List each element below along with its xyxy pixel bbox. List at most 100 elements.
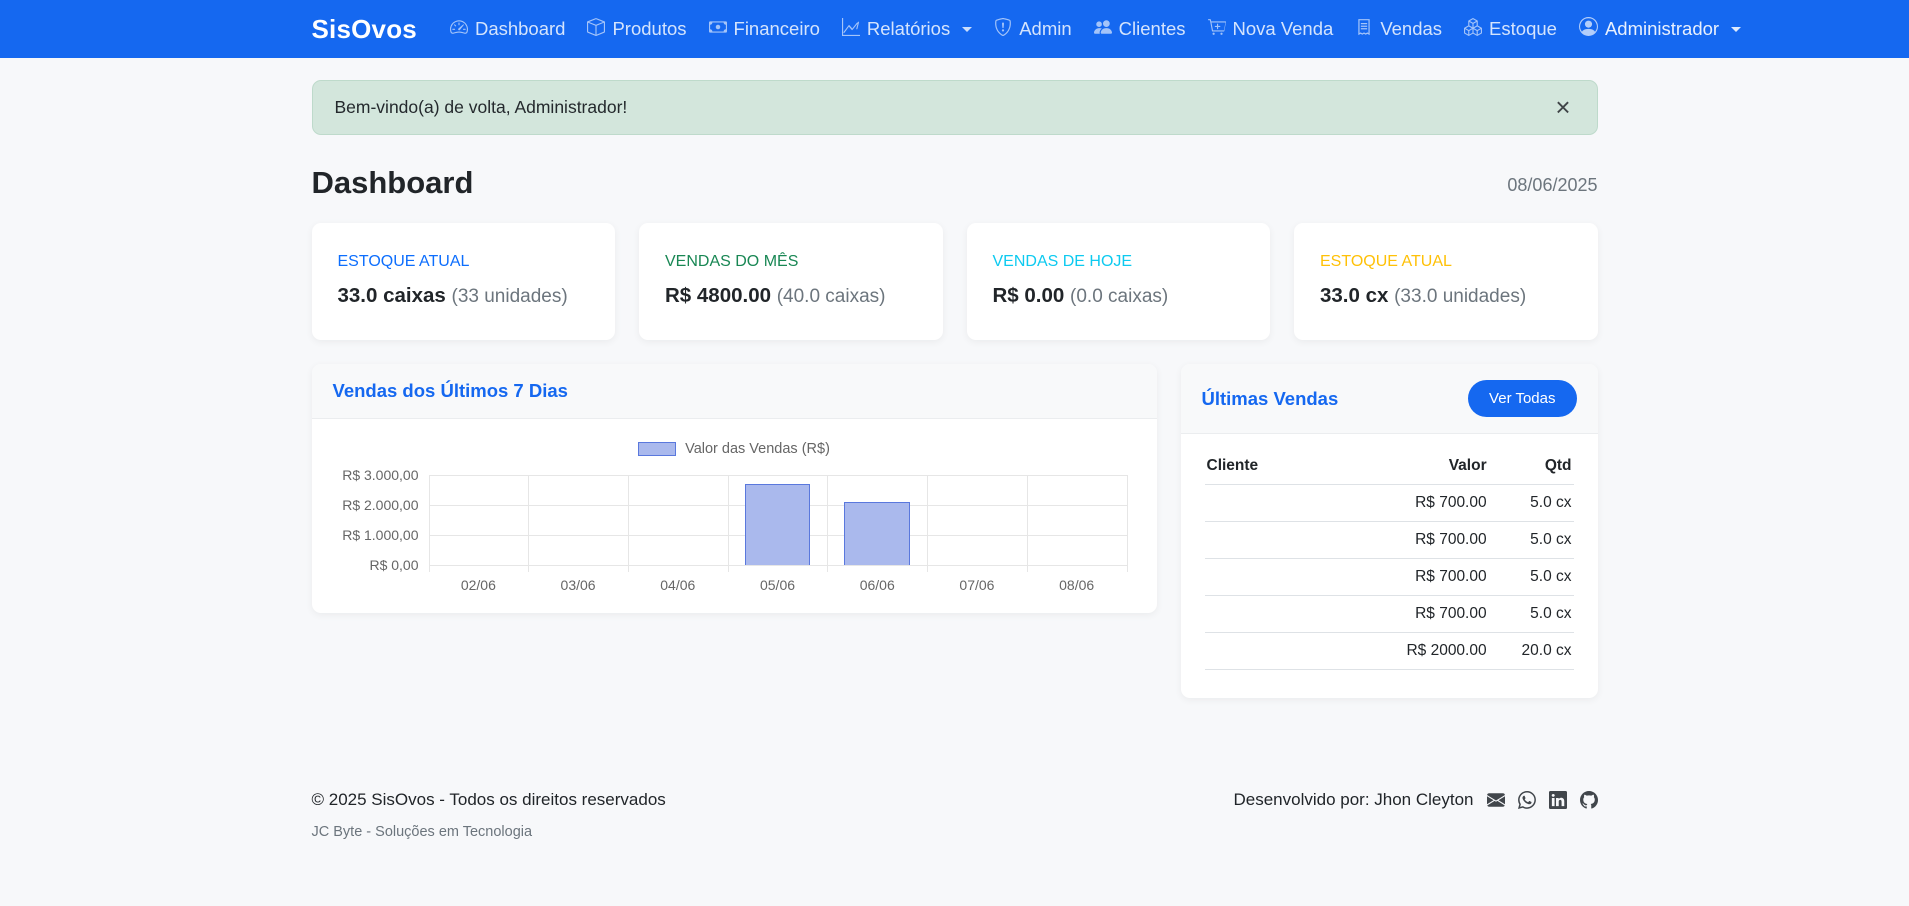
card-value: 33.0 caixas (33 unidades) xyxy=(338,284,590,308)
x-axis-tick-label: 08/06 xyxy=(1027,577,1127,593)
title-row: Dashboard 08/06/2025 xyxy=(312,165,1598,201)
card-estoque-atual: ESTOQUE ATUAL 33.0 caixas (33 unidades) xyxy=(312,223,616,340)
nav-item-label: Produtos xyxy=(612,18,686,40)
chart-gridline-v xyxy=(827,475,828,572)
sales-chart-panel: Vendas dos Últimos 7 Dias Valor das Vend… xyxy=(312,364,1157,613)
sales-chart-plot: R$ 3.000,00R$ 2.000,00R$ 1.000,00R$ 0,00 xyxy=(429,475,1127,565)
ver-todas-button[interactable]: Ver Todas xyxy=(1468,380,1576,417)
y-axis-tick-label: R$ 3.000,00 xyxy=(342,467,418,483)
speedometer-icon xyxy=(450,18,468,41)
table-row: R$ 700.00 5.0 cx xyxy=(1205,522,1574,559)
chevron-down-icon xyxy=(962,27,972,32)
nav-item-financeiro[interactable]: Financeiro xyxy=(698,12,831,47)
x-axis-tick-label: 07/06 xyxy=(927,577,1027,593)
nav-item-dashboard[interactable]: Dashboard xyxy=(439,12,577,47)
table-row: R$ 700.00 5.0 cx xyxy=(1205,559,1574,596)
chart-panel-header: Vendas dos Últimos 7 Dias xyxy=(312,364,1157,419)
boxes-icon xyxy=(1464,18,1482,41)
person-circle-icon xyxy=(1579,17,1598,41)
table-header-row: Cliente Valor Qtd xyxy=(1205,448,1574,485)
x-axis-tick-label: 02/06 xyxy=(429,577,529,593)
card-label: ESTOQUE ATUAL xyxy=(338,253,590,271)
cell-valor: R$ 2000.00 xyxy=(1352,633,1489,670)
nav-item-nova-venda[interactable]: Nova Venda xyxy=(1197,12,1345,47)
card-vendas-mes: VENDAS DO MÊS R$ 4800.00 (40.0 caixas) xyxy=(639,223,943,340)
card-label: VENDAS DE HOJE xyxy=(993,253,1245,271)
summary-cards-row: ESTOQUE ATUAL 33.0 caixas (33 unidades) … xyxy=(312,223,1598,340)
x-axis-tick-label: 06/06 xyxy=(827,577,927,593)
card-value: R$ 4800.00 (40.0 caixas) xyxy=(665,284,917,308)
cell-cliente xyxy=(1205,633,1353,670)
cell-qtd: 20.0 cx xyxy=(1489,633,1574,670)
chart-gridline-h xyxy=(429,475,1127,476)
cell-cliente xyxy=(1205,522,1353,559)
card-value: 33.0 cx (33.0 unidades) xyxy=(1320,284,1572,308)
nav-item-label: Dashboard xyxy=(475,18,566,40)
card-value-detail: (40.0 caixas) xyxy=(777,286,886,307)
linkedin-icon[interactable] xyxy=(1549,791,1567,809)
page-date: 08/06/2025 xyxy=(1507,175,1597,201)
nav-item-label: Financeiro xyxy=(734,18,820,40)
y-axis-tick-label: R$ 2.000,00 xyxy=(342,497,418,513)
recent-sales-table: Cliente Valor Qtd R$ 700.00 5.0 cx xyxy=(1205,448,1574,670)
cell-cliente xyxy=(1205,596,1353,633)
nav-item-label: Estoque xyxy=(1489,18,1557,40)
github-icon[interactable] xyxy=(1580,791,1598,809)
chart-legend: Valor das Vendas (R$) xyxy=(334,441,1135,457)
footer-left: © 2025 SisOvos - Todos os direitos reser… xyxy=(312,790,666,840)
graph-icon xyxy=(842,18,860,41)
cell-valor: R$ 700.00 xyxy=(1352,485,1489,522)
card-vendas-hoje: VENDAS DE HOJE R$ 0.00 (0.0 caixas) xyxy=(967,223,1271,340)
cell-qtd: 5.0 cx xyxy=(1489,559,1574,596)
card-value-main: R$ 0.00 xyxy=(993,284,1065,307)
nav-item-label: Nova Venda xyxy=(1233,18,1334,40)
box-icon xyxy=(587,18,605,41)
nav-item-label: Relatórios xyxy=(867,18,950,40)
user-menu-label: Administrador xyxy=(1605,18,1719,40)
x-axis-tick-label: 04/06 xyxy=(628,577,728,593)
y-axis-tick-label: R$ 0,00 xyxy=(369,557,418,573)
chart-gridline-v xyxy=(728,475,729,572)
card-value-main: 33.0 caixas xyxy=(338,284,446,307)
footer-company-link[interactable]: JC Byte - Soluções em Tecnologia xyxy=(312,824,666,840)
x-axis-tick-label: 03/06 xyxy=(528,577,628,593)
nav-item-estoque[interactable]: Estoque xyxy=(1453,12,1568,47)
recent-sales-body: Cliente Valor Qtd R$ 700.00 5.0 cx xyxy=(1181,434,1598,698)
chart-gridline-v xyxy=(927,475,928,572)
people-icon xyxy=(1094,18,1112,41)
welcome-alert: Bem-vindo(a) de volta, Administrador! × xyxy=(312,80,1598,135)
footer: © 2025 SisOvos - Todos os direitos reser… xyxy=(312,790,1598,882)
card-estoque-cx: ESTOQUE ATUAL 33.0 cx (33.0 unidades) xyxy=(1294,223,1598,340)
nav-item-produtos[interactable]: Produtos xyxy=(576,12,697,47)
chart-bar xyxy=(844,502,910,565)
card-value-main: R$ 4800.00 xyxy=(665,284,771,307)
brand-logo[interactable]: SisOvos xyxy=(312,14,417,45)
cell-qtd: 5.0 cx xyxy=(1489,485,1574,522)
nav-item-vendas[interactable]: Vendas xyxy=(1344,12,1453,47)
cell-valor: R$ 700.00 xyxy=(1352,559,1489,596)
receipt-icon xyxy=(1355,18,1373,41)
nav-item-relatorios[interactable]: Relatórios xyxy=(831,12,983,47)
cell-cliente xyxy=(1205,559,1353,596)
chart-gridline-v xyxy=(628,475,629,572)
whatsapp-icon[interactable] xyxy=(1518,791,1536,809)
footer-developer: Desenvolvido por: Jhon Cleyton xyxy=(1233,790,1473,810)
card-value: R$ 0.00 (0.0 caixas) xyxy=(993,284,1245,308)
cell-cliente xyxy=(1205,485,1353,522)
close-icon[interactable]: × xyxy=(1551,97,1574,118)
welcome-alert-message: Bem-vindo(a) de volta, Administrador! xyxy=(335,97,628,118)
nav-item-clientes[interactable]: Clientes xyxy=(1083,12,1197,47)
user-menu[interactable]: Administrador xyxy=(1568,11,1752,47)
chart-bar xyxy=(745,484,811,565)
cell-valor: R$ 700.00 xyxy=(1352,522,1489,559)
nav-item-admin[interactable]: Admin xyxy=(983,12,1082,47)
email-icon[interactable] xyxy=(1487,791,1505,809)
column-header-qtd: Qtd xyxy=(1489,448,1574,485)
nav-links: Dashboard Produtos Financeiro Relatórios… xyxy=(439,12,1568,47)
column-header-valor: Valor xyxy=(1352,448,1489,485)
card-value-main: 33.0 cx xyxy=(1320,284,1388,307)
recent-sales-title: Últimas Vendas xyxy=(1202,388,1339,410)
chart-gridline-v xyxy=(1127,475,1128,572)
y-axis-tick-label: R$ 1.000,00 xyxy=(342,527,418,543)
chevron-down-icon xyxy=(1731,27,1741,32)
